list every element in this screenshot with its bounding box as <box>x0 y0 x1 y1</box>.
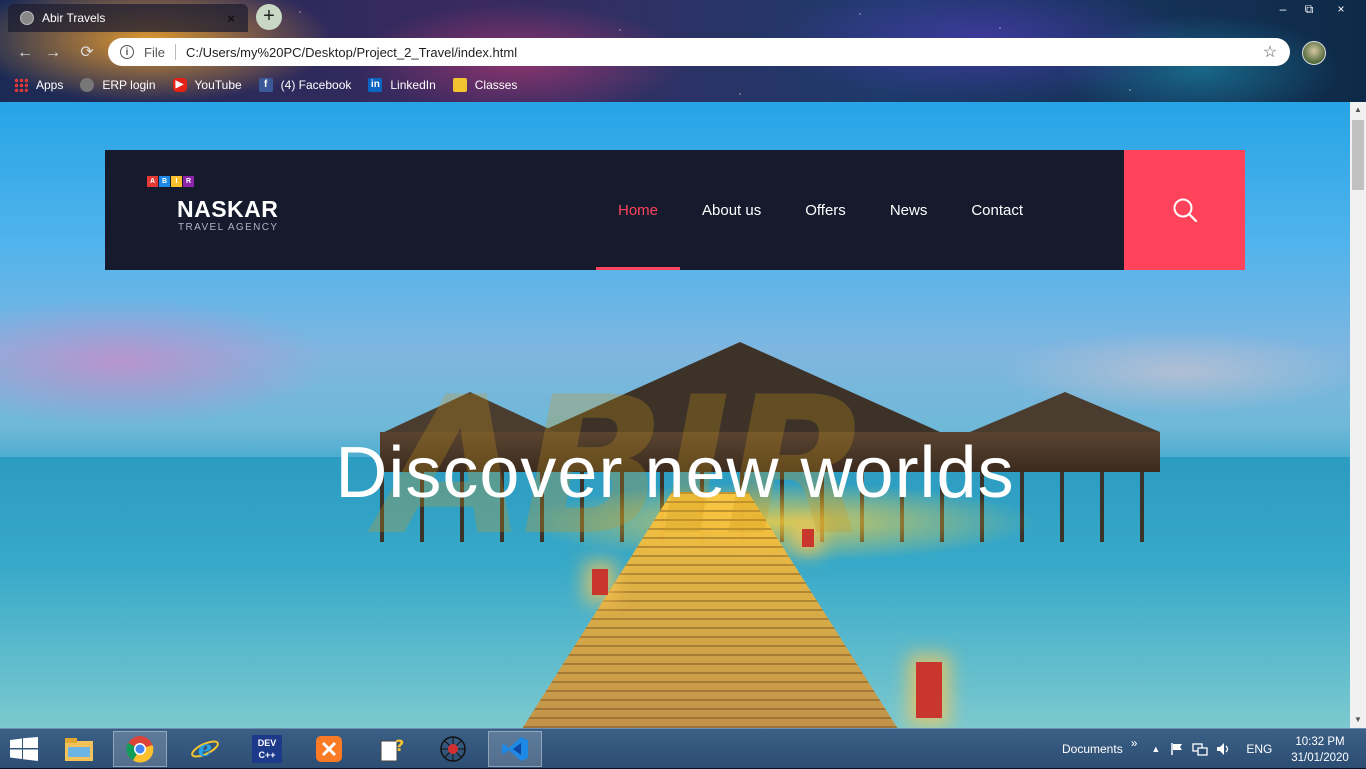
profile-avatar[interactable] <box>1302 41 1326 65</box>
browser-tab[interactable]: Abir Travels × <box>8 4 248 32</box>
network-icon[interactable] <box>1192 742 1208 756</box>
site-info-icon[interactable]: i <box>120 45 134 59</box>
site-header: A B I R NASKAR TRAVEL AGENCY Home About … <box>105 150 1245 270</box>
clock-date: 31/01/2020 <box>1291 752 1349 764</box>
bookmark-erp-login[interactable]: ERP login <box>80 78 156 92</box>
back-button[interactable]: ← <box>14 42 36 64</box>
taskbar-clock[interactable]: 10:32 PM 31/01/2020 <box>1284 734 1356 766</box>
svg-text:e: e <box>198 736 212 762</box>
main-nav: Home About us Offers News Contact <box>596 150 1045 270</box>
page-scrollbar[interactable]: ▲ ▼ <box>1350 102 1366 728</box>
logo-badge-letter: B <box>159 176 170 187</box>
system-tray: Documents » ▲ ENG <box>1062 729 1272 769</box>
linkedin-icon: in <box>368 78 383 92</box>
search-button[interactable] <box>1124 150 1245 270</box>
logo-badge-letter: R <box>183 176 194 187</box>
bookmark-linkedin[interactable]: in LinkedIn <box>368 78 436 92</box>
logo-badge-letter: A <box>147 176 158 187</box>
scroll-down-arrow-icon[interactable]: ▼ <box>1350 712 1366 728</box>
hero-section: ABIR Discover new worlds A B I R NASKAR … <box>0 102 1350 728</box>
logo-badge[interactable]: A B I R <box>147 176 195 187</box>
file-explorer-taskbar-icon[interactable] <box>52 731 106 767</box>
bookmark-apps[interactable]: Apps <box>14 78 63 92</box>
apps-grid-icon <box>14 78 28 92</box>
scroll-up-arrow-icon[interactable]: ▲ <box>1350 102 1366 118</box>
window-close-button[interactable]: × <box>1326 0 1356 18</box>
svg-text:?: ? <box>395 736 404 755</box>
scheme-label: File <box>144 44 165 60</box>
vscode-taskbar-icon[interactable] <box>488 731 542 767</box>
chrome-taskbar-icon[interactable] <box>113 731 167 767</box>
nav-about-us[interactable]: About us <box>680 150 783 270</box>
logo-name[interactable]: NASKAR <box>177 196 278 223</box>
address-separator <box>174 44 176 60</box>
address-bar[interactable]: i File C:/Users/my%20PC/Desktop/Project_… <box>108 38 1290 66</box>
bookmark-label: Apps <box>36 78 64 92</box>
bookmark-star-icon[interactable]: ☆ <box>1260 42 1280 62</box>
lantern-image <box>916 662 942 718</box>
nav-news[interactable]: News <box>868 150 950 270</box>
search-icon <box>1173 198 1197 223</box>
window-minimize-button[interactable]: – <box>1270 0 1296 18</box>
logo-tagline: TRAVEL AGENCY <box>178 222 279 233</box>
bookmark-label: YouTube <box>194 78 242 92</box>
bookmark-label: Classes <box>474 78 518 92</box>
forward-button[interactable]: → <box>42 42 64 64</box>
action-center-flag-icon[interactable] <box>1170 742 1184 756</box>
clock-time: 10:32 PM <box>1295 736 1345 748</box>
window-restore-button[interactable]: ⧉ <box>1296 0 1322 18</box>
scrollbar-thumb[interactable] <box>1352 120 1364 190</box>
network-tool-taskbar-icon[interactable] <box>426 731 480 767</box>
reload-button[interactable]: ⟳ <box>76 42 98 64</box>
volume-icon[interactable] <box>1216 742 1232 756</box>
bookmark-label: LinkedIn <box>390 78 436 92</box>
new-tab-button[interactable]: + <box>256 4 282 30</box>
language-indicator[interactable]: ENG <box>1246 742 1272 756</box>
bookmarks-bar: Apps ERP login ▶ YouTube f (4) Facebook … <box>14 76 534 94</box>
xampp-taskbar-icon[interactable] <box>302 731 356 767</box>
internet-explorer-taskbar-icon[interactable]: e <box>178 731 232 767</box>
classroom-icon <box>452 78 467 92</box>
dev-cpp-taskbar-icon[interactable]: DEV C++ <box>240 731 294 767</box>
bookmark-youtube[interactable]: ▶ YouTube <box>172 78 242 92</box>
windows-taskbar: e DEV C++ ? Documents » ▲ ENG 10:32 PM 3… <box>0 728 1366 768</box>
documents-toolbar[interactable]: Documents <box>1062 742 1123 756</box>
toolbar-chevron-icon[interactable]: » <box>1131 736 1138 750</box>
tab-favicon-icon <box>20 11 34 25</box>
nav-home[interactable]: Home <box>596 150 681 270</box>
bookmark-facebook[interactable]: f (4) Facebook <box>258 78 352 92</box>
bookmark-label: (4) Facebook <box>280 78 352 92</box>
logo-badge-letter: I <box>171 176 182 187</box>
youtube-icon: ▶ <box>172 78 187 92</box>
globe-icon <box>80 78 95 92</box>
tab-close-icon[interactable]: × <box>222 11 240 26</box>
hero-title: Discover new worlds <box>335 433 1015 513</box>
bookmark-label: ERP login <box>102 78 156 92</box>
bookmark-classes[interactable]: Classes <box>452 78 518 92</box>
windows-start-icon[interactable] <box>10 737 38 761</box>
tray-expand-icon[interactable]: ▲ <box>1151 744 1160 754</box>
browser-chrome: Abir Travels × + – ⧉ × ← → ⟳ i File C:/U… <box>0 0 1366 102</box>
tab-title: Abir Travels <box>42 11 106 25</box>
nav-contact[interactable]: Contact <box>949 150 1045 270</box>
dev-cpp-label: DEV C++ <box>252 735 282 763</box>
help-tool-taskbar-icon[interactable]: ? <box>364 731 418 767</box>
nav-offers[interactable]: Offers <box>783 150 868 270</box>
url-text[interactable]: C:/Users/my%20PC/Desktop/Project_2_Trave… <box>186 45 1260 60</box>
facebook-icon: f <box>258 78 273 92</box>
